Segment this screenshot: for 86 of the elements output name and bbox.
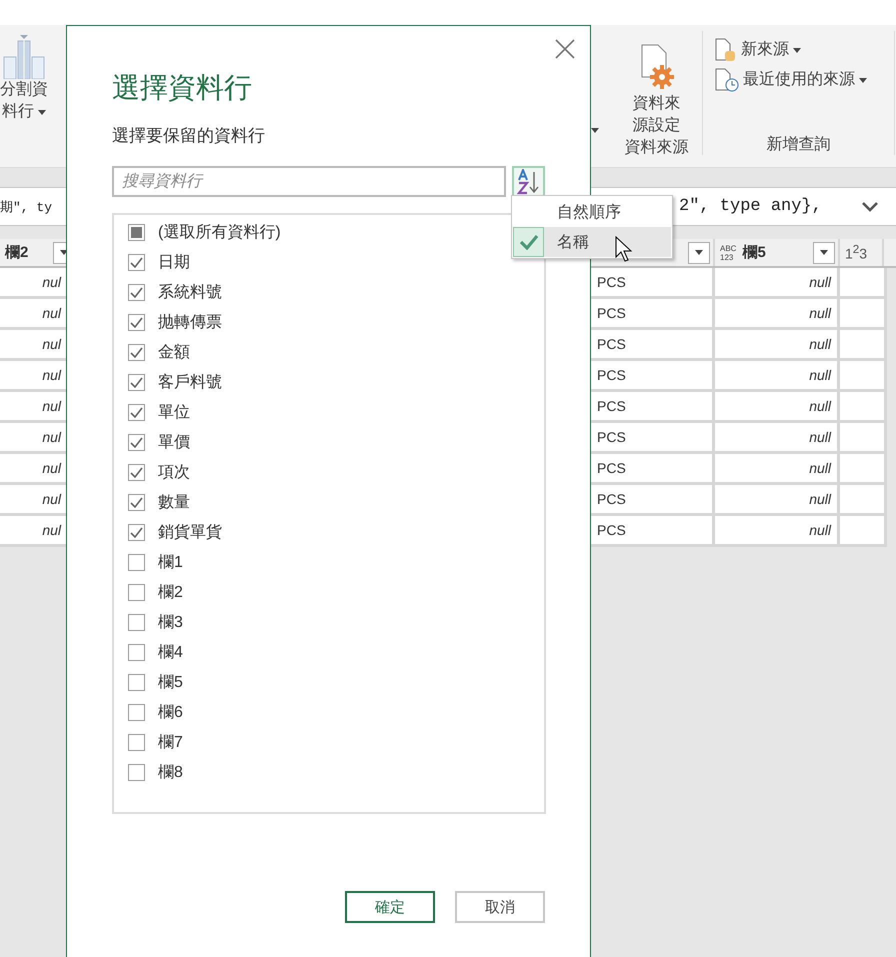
check-icon xyxy=(518,234,538,250)
table-cell: nul xyxy=(42,274,61,290)
column-checkbox[interactable]: 欄6 xyxy=(114,697,544,727)
table-cell: nul xyxy=(42,305,61,321)
table-cell: PCS xyxy=(597,367,626,383)
table-cell: null xyxy=(809,522,831,538)
table-cell: nul xyxy=(42,460,61,476)
caret-icon xyxy=(695,250,703,255)
check-icon xyxy=(130,466,143,478)
table-cell: PCS xyxy=(597,460,626,476)
table-cell: nul xyxy=(42,491,61,507)
check-icon xyxy=(130,256,143,268)
column-checkbox[interactable]: 系統料號 xyxy=(114,277,544,307)
caret-icon xyxy=(820,250,828,255)
table-cell: null xyxy=(809,429,831,445)
table-cell: PCS xyxy=(597,522,626,538)
data-source-settings-button[interactable]: 資料來 源設定 xyxy=(626,35,686,137)
table-cell: nul xyxy=(42,398,61,414)
dialog-title: 選擇資料行 xyxy=(112,71,253,105)
table-cell: null xyxy=(809,398,831,414)
filter-dropdown[interactable] xyxy=(813,242,835,264)
formula-text: 期", ty xyxy=(0,198,52,216)
check-icon xyxy=(130,376,143,388)
table-cell: null xyxy=(809,460,831,476)
document-clock-icon xyxy=(715,68,739,92)
check-icon xyxy=(130,526,143,538)
column-header: 欄5 xyxy=(742,243,766,262)
group-label: 資料來源 xyxy=(624,138,688,158)
table-cell: nul xyxy=(42,336,61,352)
search-field[interactable]: 搜尋資料行 xyxy=(112,166,506,197)
source-button[interactable]: 最近使用的來源 xyxy=(711,65,871,95)
caret-icon xyxy=(591,128,599,133)
sort-az-icon xyxy=(516,169,540,195)
column-checkbox[interactable]: 客戶料號 xyxy=(114,367,544,397)
chevron-down-icon[interactable] xyxy=(862,202,878,212)
check-icon xyxy=(130,286,143,298)
table-cell: PCS xyxy=(597,274,626,290)
type-label: 123 xyxy=(720,252,734,262)
filter-dropdown[interactable] xyxy=(688,242,710,264)
table-cell: PCS xyxy=(597,398,626,414)
column-checkbox[interactable]: 欄3 xyxy=(114,607,544,637)
column-checkbox[interactable]: 欄7 xyxy=(114,727,544,757)
table-cell: null xyxy=(809,491,831,507)
source-button[interactable]: 新來源 xyxy=(711,35,805,65)
indeterminate-square-icon xyxy=(131,226,142,238)
table-cell: PCS xyxy=(597,491,626,507)
dialog-subtitle: 選擇要保留的資料行 xyxy=(112,125,266,147)
table-cell: null xyxy=(809,336,831,352)
menu-item[interactable]: 名稱 xyxy=(513,227,671,257)
table-cell: null xyxy=(809,305,831,321)
column-header: 欄2 xyxy=(5,243,28,262)
ok-button[interactable]: 確定 xyxy=(345,891,435,923)
table-cell: nul xyxy=(42,522,61,538)
column-checkbox[interactable]: 欄8 xyxy=(114,757,544,787)
document-database-icon xyxy=(715,38,737,62)
table-cell: null xyxy=(809,274,831,290)
column-checkbox[interactable]: 單位 xyxy=(114,397,544,427)
formula-text: 2", type any}, xyxy=(679,197,822,216)
column-checkbox[interactable]: 欄4 xyxy=(114,637,544,667)
column-checkbox[interactable]: 欄5 xyxy=(114,667,544,697)
table-cell: nul xyxy=(42,429,61,445)
check-icon xyxy=(130,496,143,508)
column-checkbox[interactable]: 欄1 xyxy=(114,547,544,577)
table-cell: null xyxy=(809,367,831,383)
cancel-button[interactable]: 取消 xyxy=(455,891,545,923)
check-icon xyxy=(130,316,143,328)
column-checkbox[interactable]: 欄2 xyxy=(114,577,544,607)
close-button[interactable] xyxy=(553,37,577,61)
column-checkbox[interactable]: 金額 xyxy=(114,337,544,367)
type-label: ABC xyxy=(720,244,736,252)
column-checkbox[interactable]: 數量 xyxy=(114,487,544,517)
column-checkbox[interactable]: 銷貨單貨 xyxy=(114,517,544,547)
table-cell: PCS xyxy=(597,305,626,321)
table-cell: PCS xyxy=(597,429,626,445)
column-checkbox[interactable]: 項次 xyxy=(114,457,544,487)
column-checkbox[interactable]: 單價 xyxy=(114,427,544,457)
check-icon xyxy=(130,346,143,358)
column-checkbox[interactable]: 抛轉傳票 xyxy=(114,307,544,337)
check-icon xyxy=(130,406,143,418)
sort-button[interactable] xyxy=(512,166,545,198)
table-cell: PCS xyxy=(597,336,626,352)
type-label: 1$^{2}$3 xyxy=(845,243,868,262)
table-cell: nul xyxy=(42,367,61,383)
check-icon xyxy=(130,436,143,448)
group-label: 新增查詢 xyxy=(766,134,830,155)
caret-icon xyxy=(60,250,66,255)
